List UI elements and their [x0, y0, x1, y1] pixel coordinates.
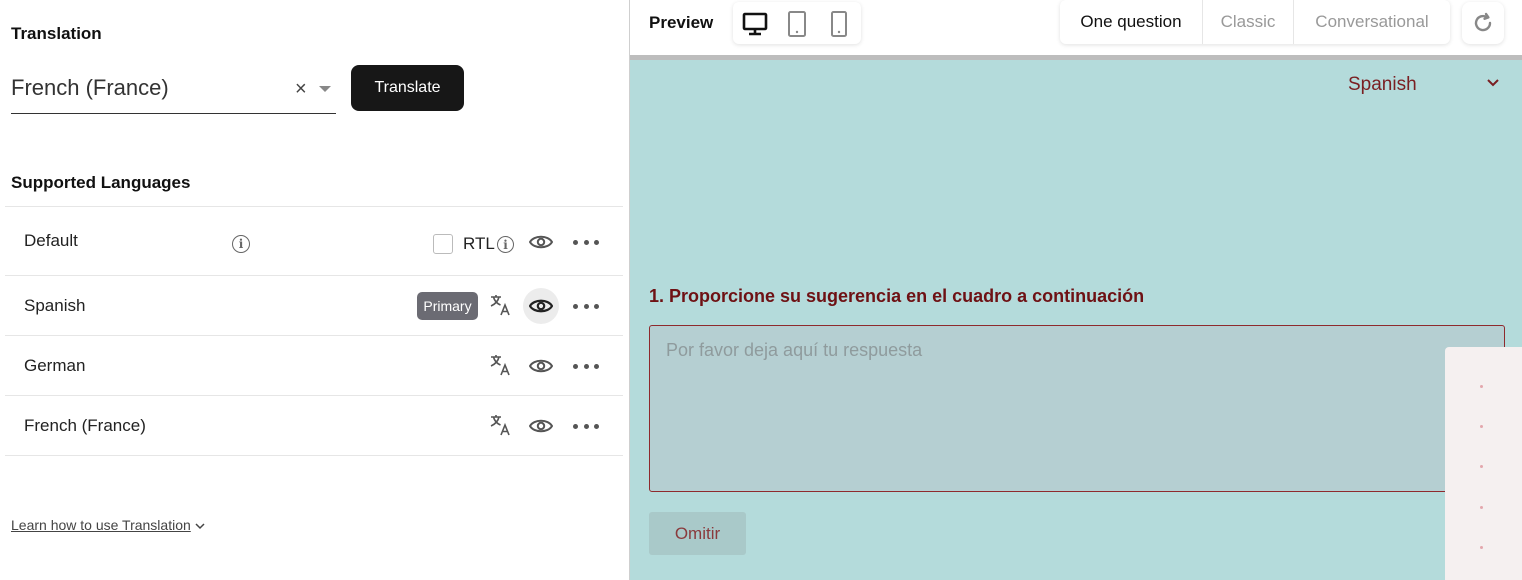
preview-label: Preview [649, 13, 714, 32]
preview-toolbar: Preview One question Classic Conversatio… [630, 0, 1522, 55]
preview-eye-button[interactable] [523, 288, 559, 324]
translate-icon[interactable] [489, 353, 513, 377]
dropdown-caret-icon[interactable] [319, 86, 331, 92]
tablet-icon[interactable] [783, 10, 811, 38]
preview-panel: Preview One question Classic Conversatio… [630, 0, 1522, 580]
answer-placeholder: Por favor deja aquí tu respuesta [666, 340, 923, 360]
more-dots-icon[interactable] [573, 356, 599, 376]
desktop-icon[interactable] [741, 10, 769, 38]
rtl-info-icon[interactable]: i [497, 236, 514, 253]
translate-button[interactable]: Translate [351, 65, 464, 111]
mode-one-question[interactable]: One question [1060, 0, 1203, 44]
survey-language-dropdown[interactable]: Spanish [1348, 74, 1417, 96]
chevron-down-icon[interactable] [1486, 76, 1500, 90]
eye-icon [529, 359, 553, 373]
language-row-french: French (France) [5, 396, 623, 456]
rtl-checkbox[interactable] [433, 234, 453, 254]
rtl-label: RTL [463, 234, 495, 253]
mobile-icon[interactable] [825, 10, 853, 38]
answer-textarea[interactable]: Por favor deja aquí tu respuesta [649, 325, 1505, 492]
translation-title: Translation [11, 24, 102, 43]
clear-icon[interactable]: × [295, 78, 307, 100]
chevron-down-icon [195, 523, 205, 530]
survey-preview-canvas: Spanish 1. Proporcione su sugerencia en … [630, 60, 1522, 580]
learn-link-text: Learn how to use Translation [11, 517, 191, 533]
info-icon[interactable]: i [232, 235, 250, 253]
eye-icon [529, 299, 553, 313]
preview-eye-button[interactable] [523, 408, 559, 444]
learn-translation-link[interactable]: Learn how to use Translation [11, 517, 205, 533]
language-row-default: Default i RTL i [5, 207, 623, 276]
more-dots-icon[interactable] [573, 416, 599, 436]
refresh-button[interactable] [1462, 2, 1504, 44]
language-select[interactable]: French (France) × [11, 64, 336, 114]
translation-panel: Translation French (France) × Translate … [0, 0, 629, 580]
supported-languages-list: Default i RTL i Spanish Primary German F… [5, 206, 623, 456]
selected-language: French (France) [11, 75, 169, 100]
primary-badge: Primary [417, 292, 478, 320]
translate-icon[interactable] [489, 293, 513, 317]
eye-icon [529, 235, 553, 249]
omit-button[interactable]: Omitir [649, 512, 746, 555]
device-switcher [733, 2, 861, 44]
supported-languages-title: Supported Languages [11, 173, 191, 192]
preview-eye-button[interactable] [523, 224, 559, 260]
more-dots-icon[interactable] [573, 296, 599, 316]
language-name: Spanish [24, 295, 86, 315]
mode-conversational[interactable]: Conversational [1294, 0, 1450, 44]
mode-classic[interactable]: Classic [1203, 0, 1294, 44]
refresh-icon [1474, 12, 1492, 32]
layout-mode-switcher: One question Classic Conversational [1060, 0, 1450, 44]
translate-icon[interactable] [489, 413, 513, 437]
language-row-german: German [5, 336, 623, 396]
side-decoration [1445, 347, 1522, 580]
language-name: German [24, 355, 86, 375]
more-dots-icon[interactable] [573, 232, 599, 252]
eye-icon [529, 419, 553, 433]
language-row-spanish: Spanish Primary [5, 276, 623, 336]
language-name: French (France) [24, 415, 146, 435]
question-title: 1. Proporcione su sugerencia en el cuadr… [649, 286, 1145, 306]
preview-eye-button[interactable] [523, 348, 559, 384]
language-name: Default [24, 231, 78, 250]
